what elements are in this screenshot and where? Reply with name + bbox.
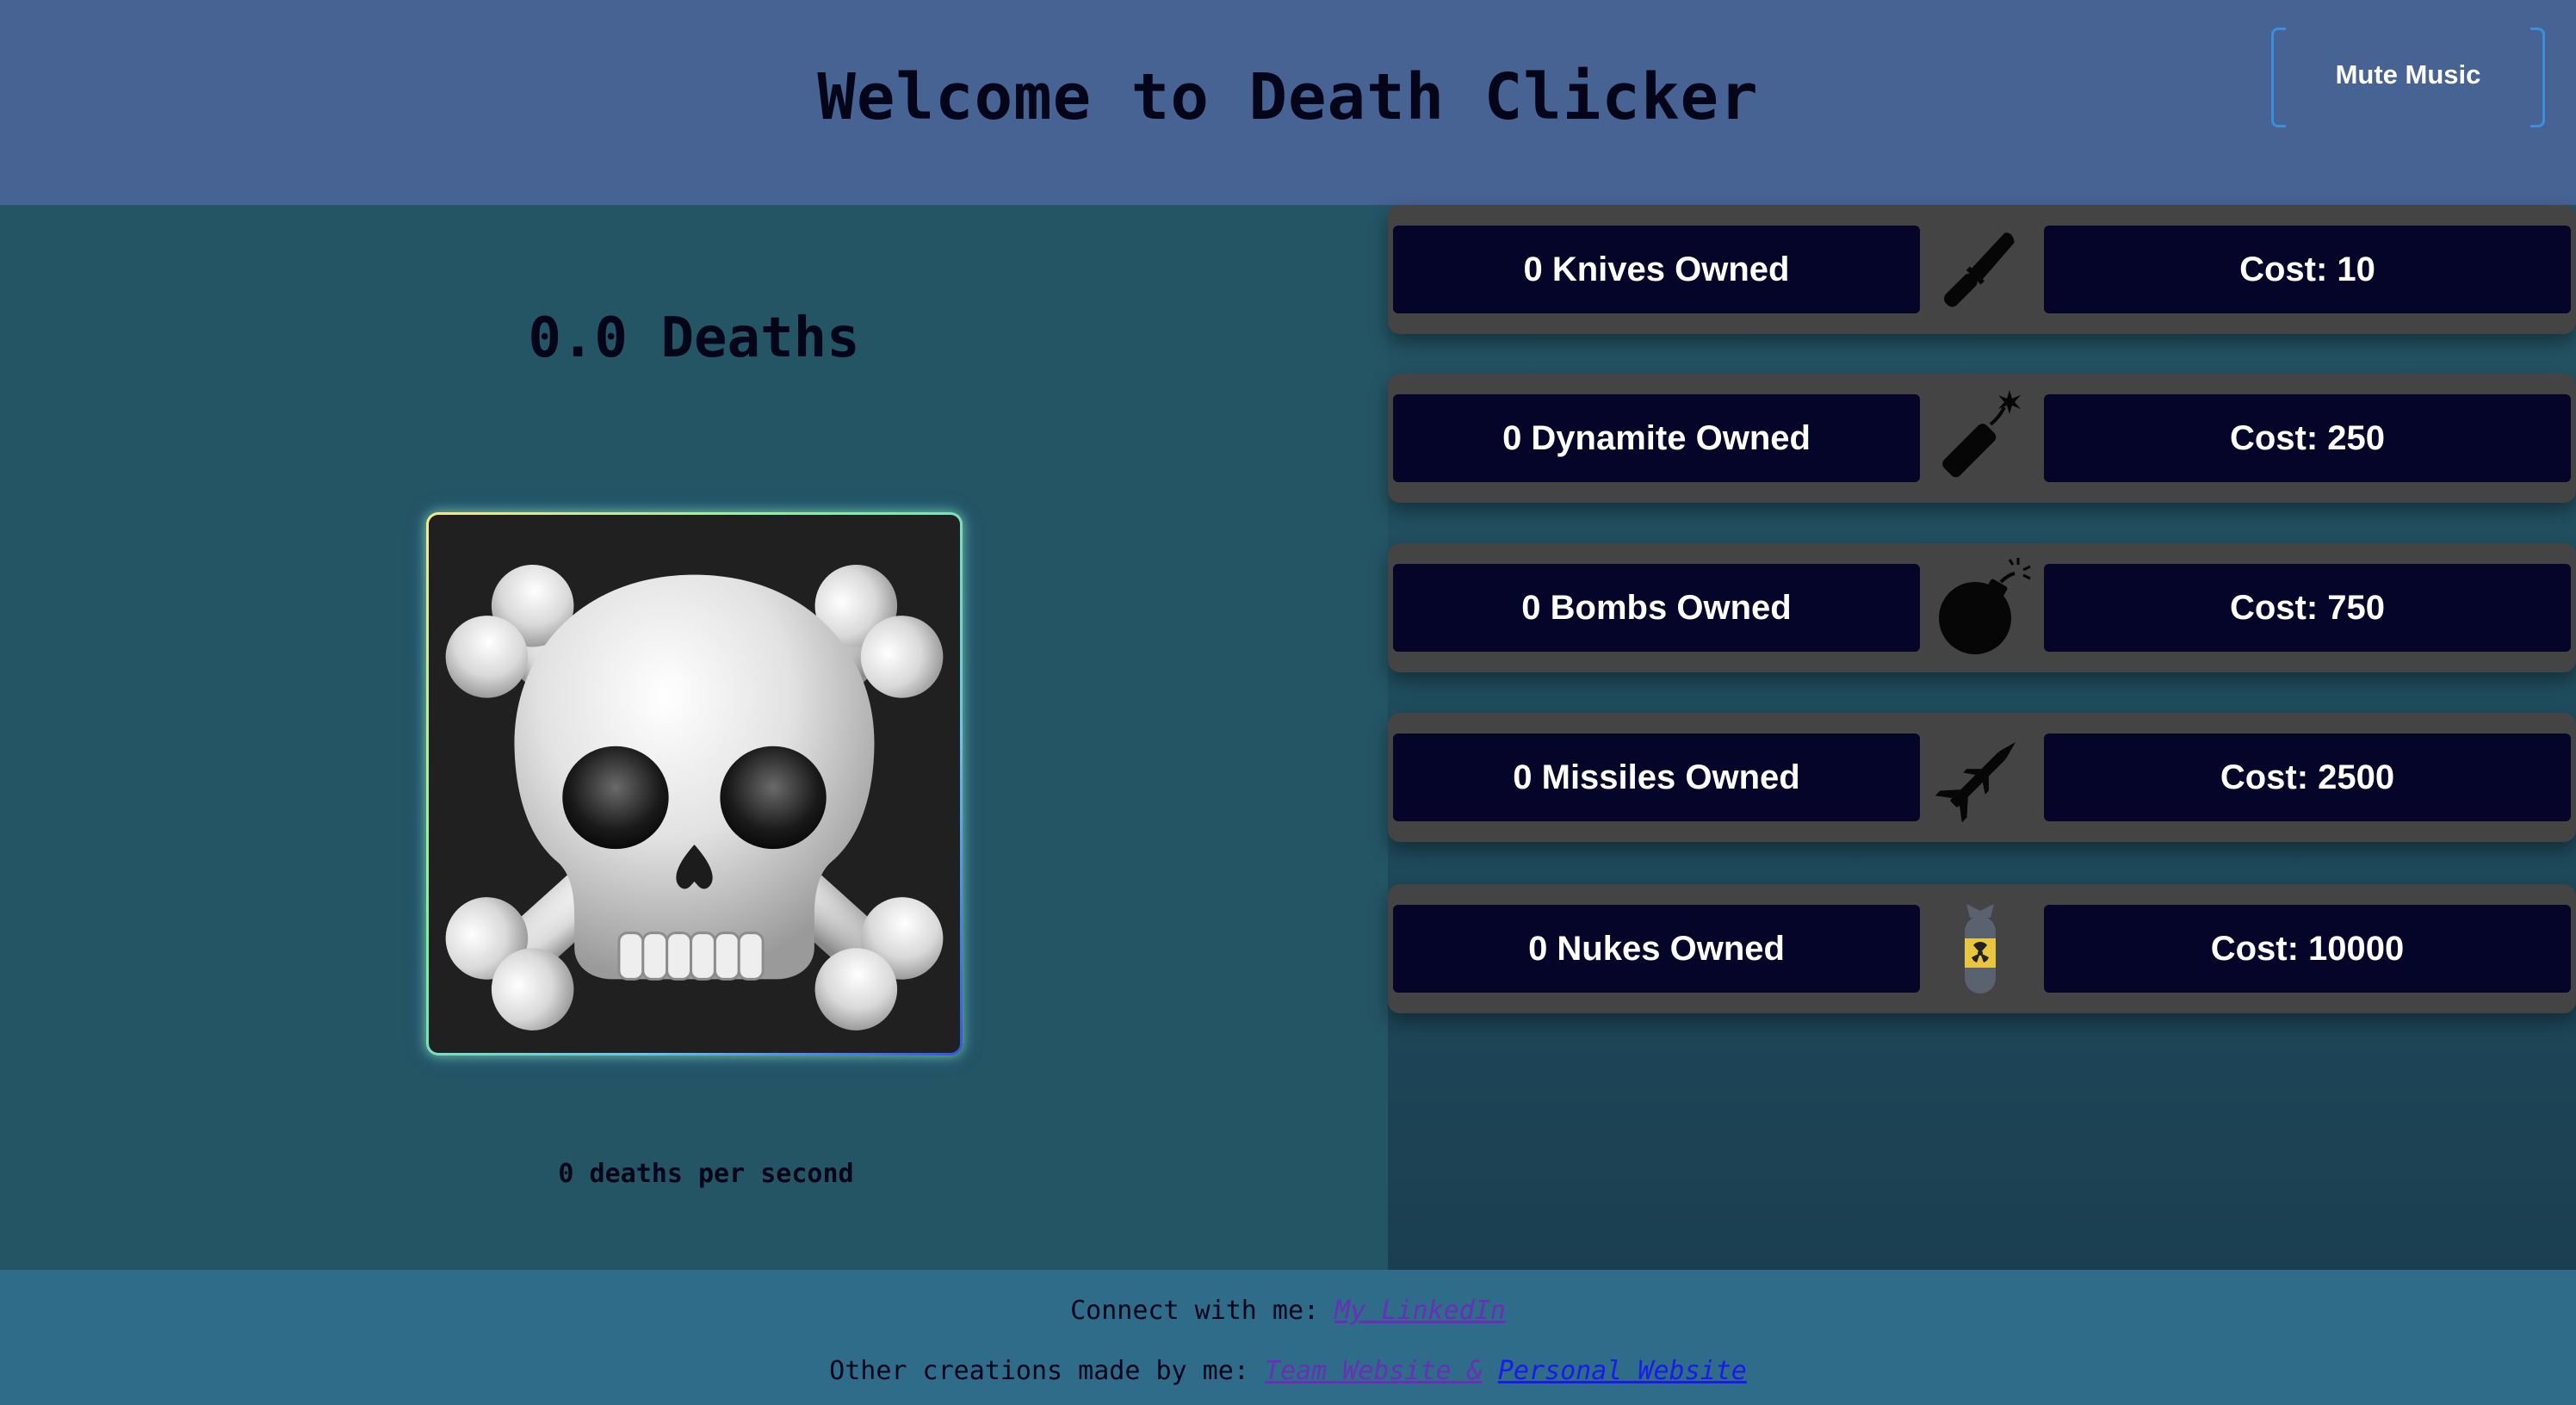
team-website-link[interactable]: Team Website & bbox=[1265, 1356, 1483, 1386]
skull-clicker-button[interactable] bbox=[426, 512, 963, 1055]
shop-row-knives: 0 Knives Owned Cost: 10 bbox=[1388, 205, 2576, 334]
death-counter: 0.0 Deaths bbox=[528, 306, 860, 370]
footer-creations-line: Other creations made by me: Team Website… bbox=[0, 1356, 2576, 1386]
deaths-per-second: 0 deaths per second bbox=[558, 1159, 854, 1189]
buy-missile-button[interactable]: Cost: 2500 bbox=[2044, 733, 2571, 821]
buy-knife-button[interactable]: Cost: 10 bbox=[2044, 226, 2571, 313]
dynamite-owned-label: 0 Dynamite Owned bbox=[1393, 394, 1920, 482]
footer-connect-line: Connect with me: My LinkedIn bbox=[0, 1296, 2576, 1326]
buy-nuke-button[interactable]: Cost: 10000 bbox=[2044, 905, 2571, 993]
shop-row-dynamite: 0 Dynamite Owned Cost: 250 bbox=[1388, 374, 2576, 503]
missiles-owned-label: 0 Missiles Owned bbox=[1393, 733, 1920, 821]
knives-owned-label: 0 Knives Owned bbox=[1393, 226, 1920, 313]
knife-icon bbox=[1922, 214, 2039, 325]
footer: Connect with me: My LinkedIn Other creat… bbox=[0, 1270, 2576, 1405]
nuke-icon bbox=[1922, 893, 2039, 1005]
personal-website-link[interactable]: Personal Website bbox=[1498, 1356, 1747, 1386]
missile-icon bbox=[1922, 721, 2039, 833]
shop-row-nukes: 0 Nukes Owned Cost: 10000 bbox=[1388, 884, 2576, 1013]
nukes-owned-label: 0 Nukes Owned bbox=[1393, 905, 1920, 993]
buy-bomb-button[interactable]: Cost: 750 bbox=[2044, 564, 2571, 652]
shop-panel: 0 Knives Owned Cost: 10 0 Dynamite Owned bbox=[1388, 205, 2576, 1270]
linkedin-link[interactable]: My LinkedIn bbox=[1334, 1296, 1506, 1326]
creations-text: Other creations made by me: bbox=[829, 1356, 1249, 1386]
page-title: Welcome to Death Clicker bbox=[817, 60, 1759, 134]
bomb-icon bbox=[1922, 552, 2039, 664]
header: Welcome to Death Clicker Mute Music bbox=[0, 0, 2576, 205]
clicker-panel: 0.0 Deaths 0 deaths per second bbox=[0, 205, 1388, 1270]
mute-music-button[interactable]: Mute Music bbox=[2271, 28, 2545, 127]
buy-dynamite-button[interactable]: Cost: 250 bbox=[2044, 394, 2571, 482]
bombs-owned-label: 0 Bombs Owned bbox=[1393, 564, 1920, 652]
dynamite-icon bbox=[1922, 382, 2039, 494]
connect-text: Connect with me: bbox=[1070, 1296, 1320, 1326]
shop-row-bombs: 0 Bombs Owned Cost: 750 bbox=[1388, 543, 2576, 672]
skull-and-crossbones-icon bbox=[445, 564, 944, 1031]
shop-row-missiles: 0 Missiles Owned Cost: 2500 bbox=[1388, 713, 2576, 842]
